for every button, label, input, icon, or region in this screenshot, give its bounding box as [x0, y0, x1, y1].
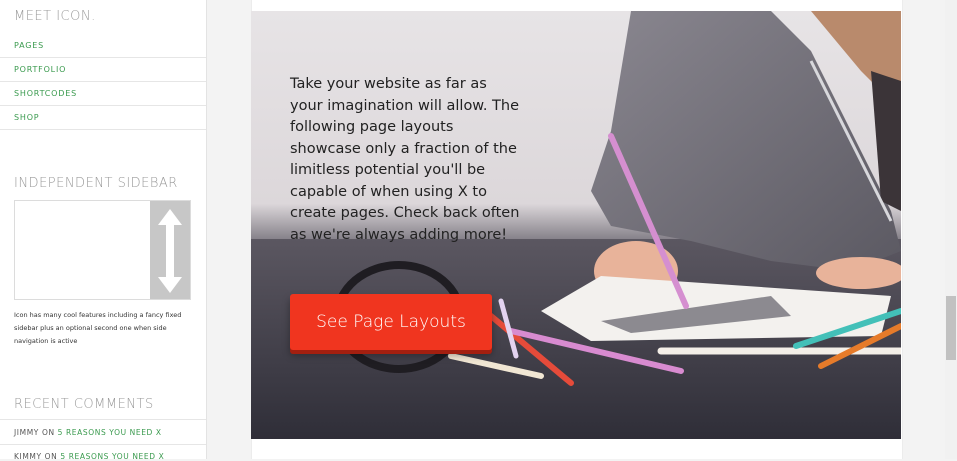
feature-description: Icon has many cool features including a … [14, 311, 182, 345]
comment-post-link[interactable]: 5 REASONS YOU NEED X [58, 428, 162, 437]
vertical-arrows-graphic [150, 201, 190, 299]
menu-item-shop[interactable]: SHOP [14, 113, 39, 122]
divider [0, 129, 206, 130]
comment-item: KIMMY ON 5 REASONS YOU NEED X [14, 452, 164, 461]
hero-banner: Take your website as far as your imagina… [251, 11, 901, 439]
divider [0, 81, 206, 82]
divider [0, 57, 206, 58]
comment-author: KIMMY [14, 452, 42, 461]
feature-image [14, 200, 191, 300]
menu-item-pages[interactable]: PAGES [14, 41, 44, 50]
comment-post-link[interactable]: 5 REASONS YOU NEED X [60, 452, 164, 461]
sidebar: MEET ICON. PAGES PORTFOLIO SHORTCODES SH… [0, 0, 207, 461]
up-down-arrow-icon [158, 209, 182, 293]
page-scrollbar-track[interactable] [945, 0, 957, 459]
comment-on: ON [44, 452, 58, 461]
menu-item-portfolio[interactable]: PORTFOLIO [14, 65, 66, 74]
see-page-layouts-button[interactable]: See Page Layouts [290, 294, 492, 350]
comment-author: JIMMY [14, 428, 39, 437]
independent-sidebar-title: INDEPENDENT SIDEBAR [14, 176, 178, 191]
divider [0, 105, 206, 106]
divider [0, 444, 206, 445]
meet-icon-title: MEET ICON. [14, 9, 96, 24]
recent-comments-title: RECENT COMMENTS [14, 397, 154, 412]
hero-description: Take your website as far as your imagina… [290, 76, 520, 243]
comment-on: ON [41, 428, 55, 437]
menu-item-shortcodes[interactable]: SHORTCODES [14, 89, 77, 98]
divider [0, 419, 206, 420]
page-scrollbar-thumb[interactable] [946, 296, 956, 360]
comment-item: JIMMY ON 5 REASONS YOU NEED X [14, 428, 162, 437]
